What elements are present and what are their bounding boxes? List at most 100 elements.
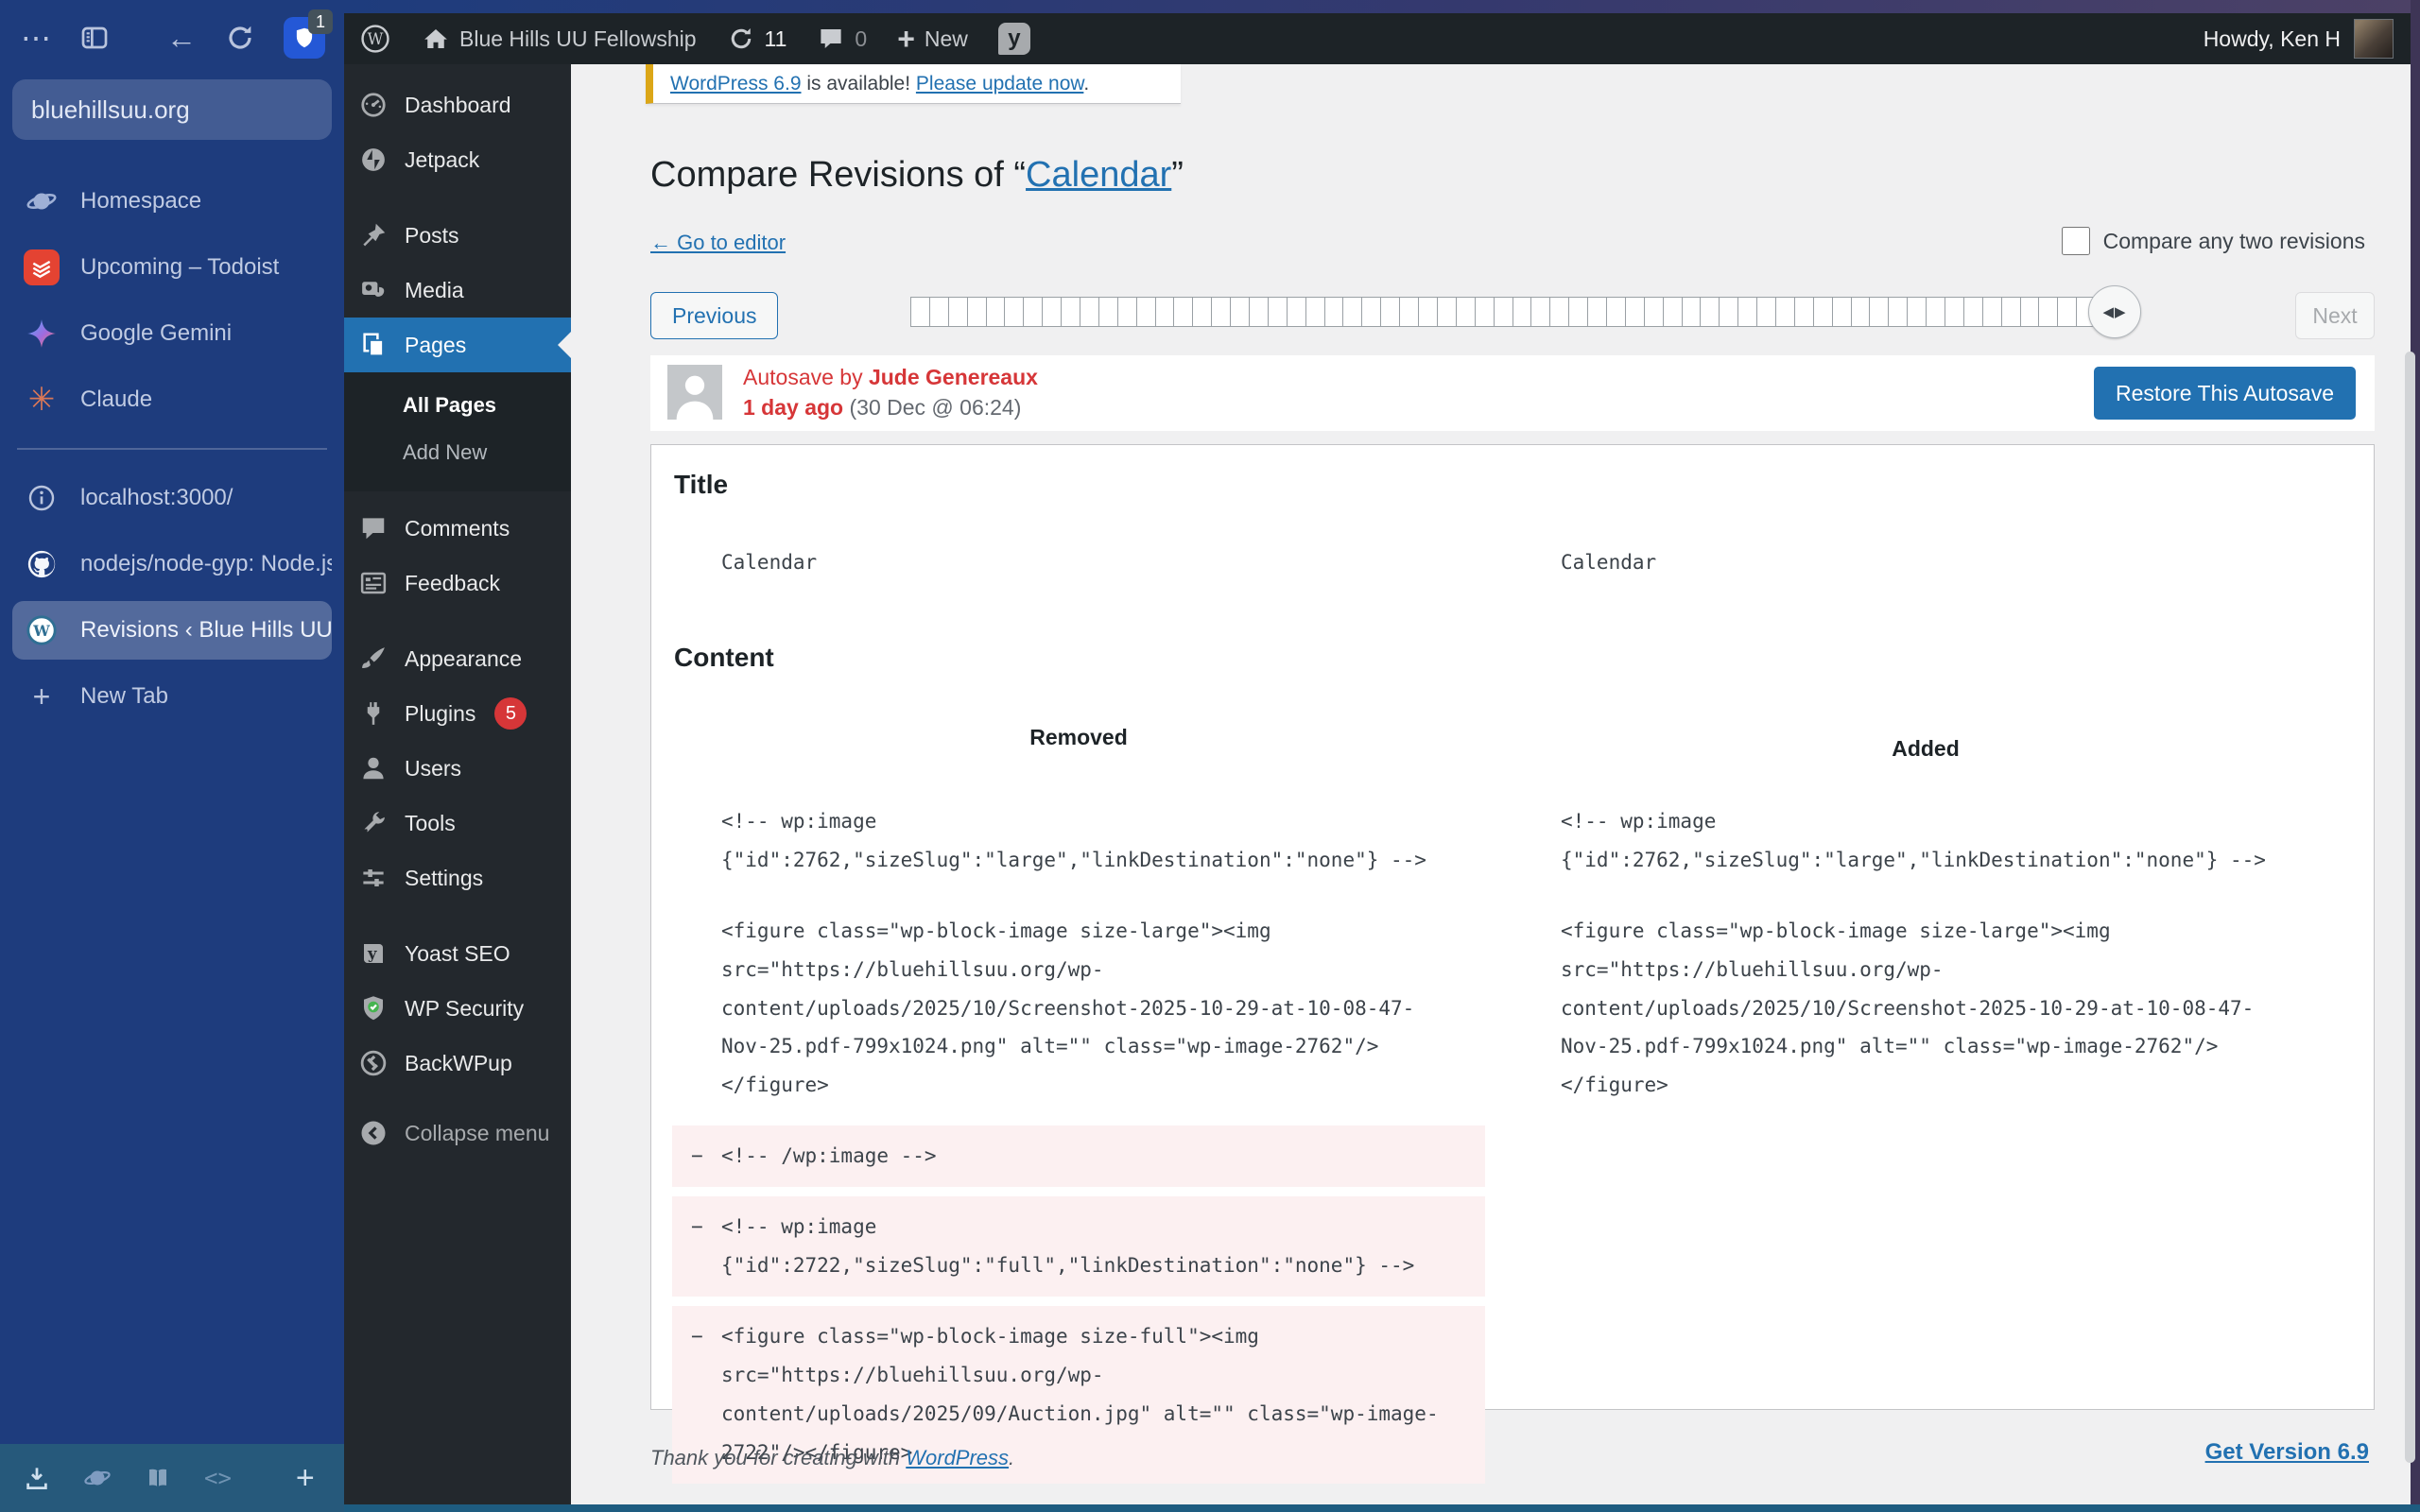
- comments-menu[interactable]: 0: [802, 13, 882, 64]
- tab-localhost[interactable]: localhost:3000/: [12, 469, 332, 527]
- tab-github[interactable]: nodejs/node-gyp: Node.js na: [12, 535, 332, 593]
- submenu-all-pages[interactable]: All Pages: [344, 382, 571, 429]
- please-update-link[interactable]: Please update now: [916, 73, 1083, 94]
- wp-logo-menu[interactable]: W: [344, 13, 406, 64]
- avatar: [2354, 19, 2394, 59]
- planet-icon: [24, 183, 60, 219]
- autosave-date: 1 day ago (30 Dec @ 06:24): [743, 395, 1022, 420]
- new-tab-label: New Tab: [80, 683, 168, 709]
- code-icon[interactable]: <>: [204, 1461, 232, 1495]
- menu-posts[interactable]: Posts: [344, 208, 571, 263]
- menu-settings[interactable]: Settings: [344, 850, 571, 905]
- svg-text:y: y: [367, 945, 377, 963]
- downloads-icon[interactable]: [23, 1461, 51, 1495]
- menu-feedback[interactable]: Feedback: [344, 556, 571, 610]
- updates-menu[interactable]: 11: [712, 13, 803, 64]
- wordpress-69-link[interactable]: WordPress 6.9: [670, 73, 802, 94]
- new-content-menu[interactable]: + New: [882, 13, 983, 64]
- menu-label: Users: [405, 755, 462, 781]
- plus-icon: +: [897, 22, 915, 56]
- menu-appearance[interactable]: Appearance: [344, 631, 571, 686]
- menu-label: Yoast SEO: [405, 940, 510, 966]
- tab-label: Homespace: [80, 188, 202, 214]
- tab-homespace[interactable]: Homespace: [12, 172, 332, 231]
- pages-icon: [357, 329, 389, 361]
- menu-label: Pages: [405, 332, 467, 357]
- revision-tickmarks[interactable]: [910, 297, 2115, 327]
- url-bar[interactable]: bluehillsuu.org: [12, 79, 332, 140]
- plus-icon: +: [32, 679, 51, 713]
- menu-collapse[interactable]: Collapse menu: [344, 1106, 571, 1160]
- title-diff-row: Calendar Calendar: [672, 532, 2374, 593]
- minus-marker: −: [691, 1325, 703, 1349]
- back-icon[interactable]: ←: [166, 17, 197, 59]
- go-to-editor-link[interactable]: ← Go to editor: [650, 231, 786, 255]
- revision-slider-handle[interactable]: ◀▶: [2088, 285, 2141, 338]
- menu-media[interactable]: Media: [344, 263, 571, 318]
- tools-wrench-icon: [357, 807, 389, 839]
- home-icon: [422, 25, 450, 53]
- new-tab-button[interactable]: + New Tab: [12, 667, 332, 726]
- menu-label: Collapse menu: [405, 1120, 550, 1145]
- menu-yoast-seo[interactable]: y Yoast SEO: [344, 926, 571, 981]
- compare-two-revisions: Compare any two revisions: [2061, 227, 2365, 255]
- autosave-byline: Autosave by Jude Genereaux: [743, 365, 1038, 389]
- extension-badge: 1: [308, 9, 333, 34]
- reload-icon[interactable]: [225, 17, 255, 59]
- wp-admin-menu: Dashboard Jetpack Posts Media Pages All …: [344, 64, 571, 1504]
- my-account-menu[interactable]: Howdy, Ken H: [2204, 19, 2411, 59]
- yoast-menu[interactable]: y: [983, 13, 1046, 64]
- site-name-menu[interactable]: Blue Hills UU Fellowship: [406, 13, 712, 64]
- get-version-link[interactable]: Get Version 6.9: [2205, 1439, 2369, 1465]
- title-heading: Title: [674, 470, 729, 499]
- submenu-add-new[interactable]: Add New: [344, 429, 571, 476]
- sidebar-toggle-icon[interactable]: [79, 17, 110, 59]
- tab-gemini[interactable]: Google Gemini: [12, 304, 332, 363]
- tab-todoist[interactable]: Upcoming – Todoist: [12, 238, 332, 297]
- menu-label: Comments: [405, 515, 510, 541]
- plugins-update-badge: 5: [494, 697, 527, 730]
- tab-revisions-active[interactable]: W Revisions ‹ Blue Hills UU Fell: [12, 601, 332, 660]
- comment-count: 0: [855, 26, 868, 51]
- menu-plugins[interactable]: Plugins 5: [344, 686, 571, 741]
- previous-button[interactable]: Previous: [650, 292, 779, 339]
- dashboard-icon: [357, 89, 389, 121]
- reading-list-icon[interactable]: [144, 1461, 172, 1495]
- menu-tools[interactable]: Tools: [344, 796, 571, 850]
- appearance-brush-icon: [357, 643, 389, 675]
- menu-comments[interactable]: Comments: [344, 501, 571, 556]
- wp-logo-icon: W: [368, 30, 384, 48]
- plugins-icon: [357, 697, 389, 730]
- next-button[interactable]: Next: [2295, 292, 2375, 339]
- todoist-icon: [24, 249, 60, 285]
- menu-label: Settings: [405, 865, 484, 890]
- new-window-plus-icon[interactable]: +: [296, 1460, 315, 1496]
- wordpress-link[interactable]: WordPress: [906, 1446, 1009, 1469]
- calendar-page-link[interactable]: Calendar: [1026, 155, 1171, 195]
- yoast-icon: y: [997, 23, 1030, 55]
- minus-marker: −: [691, 1144, 703, 1168]
- menu-pages-current[interactable]: Pages: [344, 318, 571, 372]
- page-title: Compare Revisions of “Calendar”: [650, 155, 1184, 195]
- site-name: Blue Hills UU Fellowship: [459, 26, 697, 51]
- backup-icon: [357, 1047, 389, 1079]
- menu-dashboard[interactable]: Dashboard: [344, 77, 571, 132]
- tab-claude[interactable]: ✳ Claude: [12, 370, 332, 429]
- pages-submenu: All Pages Add New: [344, 372, 571, 491]
- scrollbar-thumb[interactable]: [2405, 352, 2415, 1463]
- menu-users[interactable]: Users: [344, 741, 571, 796]
- tab-label: Upcoming – Todoist: [80, 254, 280, 280]
- menu-wp-security[interactable]: WP Security: [344, 981, 571, 1036]
- settings-sliders-icon: [357, 862, 389, 894]
- compare-checkbox[interactable]: [2061, 227, 2090, 255]
- wp-admin-bar: W Blue Hills UU Fellowship 11 0 + New y: [344, 13, 2411, 64]
- menu-jetpack[interactable]: Jetpack: [344, 132, 571, 187]
- spaces-planet-icon[interactable]: [83, 1461, 112, 1495]
- menu-label: Appearance: [405, 645, 523, 671]
- password-extension-icon[interactable]: 1: [284, 9, 333, 59]
- claude-icon: ✳: [27, 382, 56, 418]
- browser-bottom-toolbar: <> +: [0, 1444, 344, 1512]
- more-menu-icon[interactable]: ⋯: [21, 17, 51, 59]
- restore-autosave-button[interactable]: Restore This Autosave: [2094, 367, 2356, 420]
- menu-backwpup[interactable]: BackWPup: [344, 1036, 571, 1091]
